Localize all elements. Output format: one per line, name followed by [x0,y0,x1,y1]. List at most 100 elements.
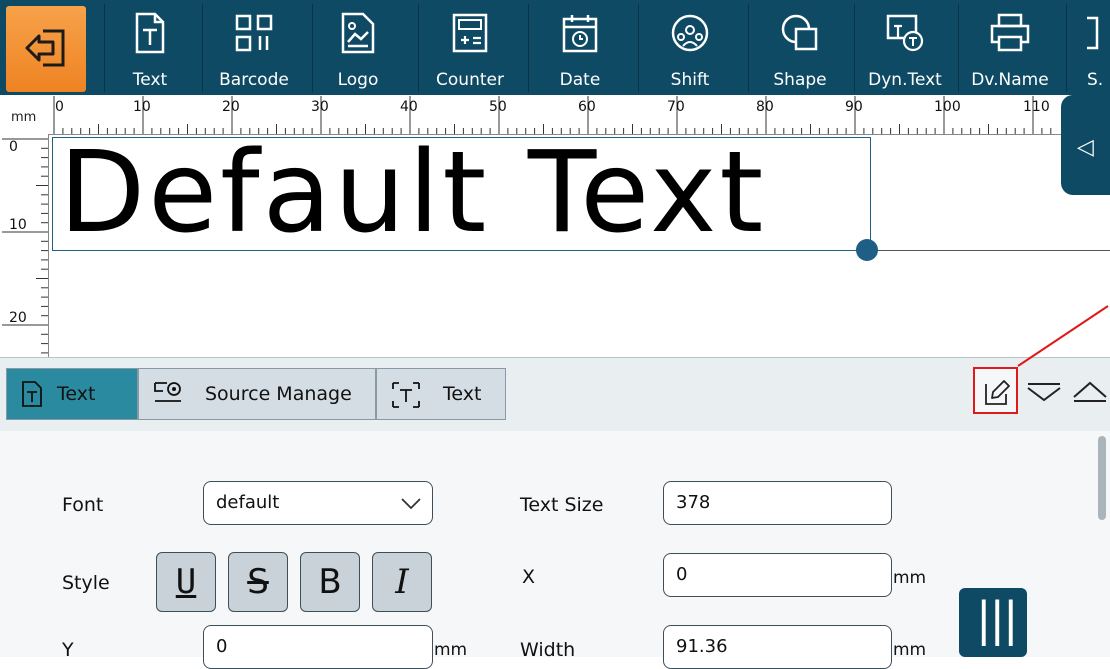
ruler-label: 10 [9,217,27,233]
edit-icon [985,380,1010,405]
text-frame-icon [392,382,420,408]
width-label: Width [520,639,576,661]
y-input[interactable]: 0 [203,625,433,669]
counter-icon [452,13,488,53]
shift-icon [671,14,709,52]
baseline-guide [869,250,1110,251]
panel-scrollbar[interactable] [1098,436,1106,520]
text-size-input[interactable]: 378 [663,481,892,525]
font-label: Font [62,494,104,516]
italic-button[interactable]: I [372,552,432,612]
source-icon [154,382,181,402]
toolbar-label: Logo [337,70,379,90]
ruler-label: 0 [9,139,18,155]
resize-handle[interactable] [856,239,878,261]
property-panel [0,431,1110,657]
toolbar-label: Text [132,70,168,90]
x-input[interactable]: 0 [663,553,892,597]
tab-label: Text [57,383,96,405]
font-select[interactable]: default [203,481,433,525]
ruler-corner: mm [0,95,48,134]
ruler-label: 100 [934,99,961,115]
bold-button[interactable]: B [300,552,360,612]
tab-label: Text [443,383,482,405]
text-element-frame[interactable]: Default Text [52,128,871,258]
text-doc-icon [135,12,165,54]
tab-source-manage[interactable]: Source Manage [138,368,376,420]
ruler-label: 30 [311,99,329,115]
toolbar-counter-button[interactable]: Counter [418,4,521,92]
ruler-label: 90 [845,99,863,115]
edit-button[interactable] [973,367,1018,414]
x-unit: mm [893,568,927,588]
ruler-unit: mm [11,110,37,125]
print-canvas[interactable]: Default Text [49,128,1110,357]
toolbar-label: Barcode [219,70,289,90]
ruler-label: 70 [667,99,685,115]
tab-text[interactable]: Text [6,368,138,420]
ruler-label: 80 [756,99,774,115]
ruler-label: 50 [489,99,507,115]
panel-drag-handle[interactable]: ||| [959,588,1027,657]
property-tab-bar: Text Source Manage Text [0,357,1110,432]
toolbar-label: Date [559,70,601,90]
canvas-text: Default Text [59,128,767,258]
chevron-up-icon [1073,381,1107,402]
toolbar-shape-button[interactable]: Shape [748,4,851,92]
toolbar-label: Dyn.Text [868,70,942,90]
toolbar-label: Dv.Name [971,70,1049,90]
y-value: 0 [216,636,228,657]
ruler-label: 60 [578,99,596,115]
ruler-label: 0 [55,99,64,115]
text-doc-icon [22,381,42,407]
toolbar-dv-name-button[interactable]: Dv.Name [958,4,1061,92]
collapse-button[interactable] [1024,378,1064,408]
x-label: X [522,566,536,588]
text-size-value: 378 [676,492,711,513]
ruler-label: 10 [133,99,151,115]
logo-icon [341,12,375,54]
ruler-left-ticks: 0 10 20 [2,138,48,354]
expand-button[interactable] [1070,375,1110,405]
barcode-icon [235,14,273,52]
serial-icon [1087,16,1099,50]
toolbar-label: Counter [436,70,504,90]
grip-icon: ||| [976,592,1018,646]
toolbar-text-button[interactable]: Text [104,4,195,92]
toolbar-label: Shift [670,70,710,90]
strikethrough-button[interactable]: S [228,552,288,612]
text-size-label: Text Size [520,494,604,516]
toolbar-date-button[interactable]: Date [528,4,631,92]
calendar-icon [562,15,598,53]
printer-icon [990,13,1030,52]
toolbar-logo-button[interactable]: Logo [312,4,403,92]
shape-icon [781,14,818,51]
toolbar-barcode-button[interactable]: Barcode [202,4,305,92]
top-toolbar: Text Barcode Logo Counter Date Shift Sha… [0,0,1110,95]
toolbar-label: Shape [773,70,827,90]
ruler-label: 20 [9,310,27,326]
tab-label: Source Manage [205,383,352,405]
ruler-label: 20 [222,99,240,115]
chevron-down-icon [401,498,421,510]
font-value: default [216,492,280,513]
dyn-text-icon [886,14,924,52]
y-label: Y [62,639,74,661]
style-label: Style [62,572,110,594]
tab-text-frame[interactable]: Text [376,368,506,420]
exit-button[interactable] [6,6,86,92]
underline-button[interactable]: U [156,552,216,612]
width-unit: mm [893,640,927,660]
toolbar-dyn-text-button[interactable]: Dyn.Text [854,4,955,92]
width-value: 91.36 [676,636,728,657]
toolbar-serial-button[interactable]: S. [1066,4,1110,92]
width-input[interactable]: 91.36 [663,625,892,669]
x-value: 0 [676,564,688,585]
side-panel-toggle[interactable]: ◁ [1061,95,1110,195]
toolbar-shift-button[interactable]: Shift [638,4,741,92]
ruler-left: 0 10 20 [0,134,49,357]
chevron-down-icon [1027,383,1061,402]
y-unit: mm [434,640,468,660]
chevron-left-icon: ◁ [1077,135,1094,160]
exit-icon [25,29,65,67]
